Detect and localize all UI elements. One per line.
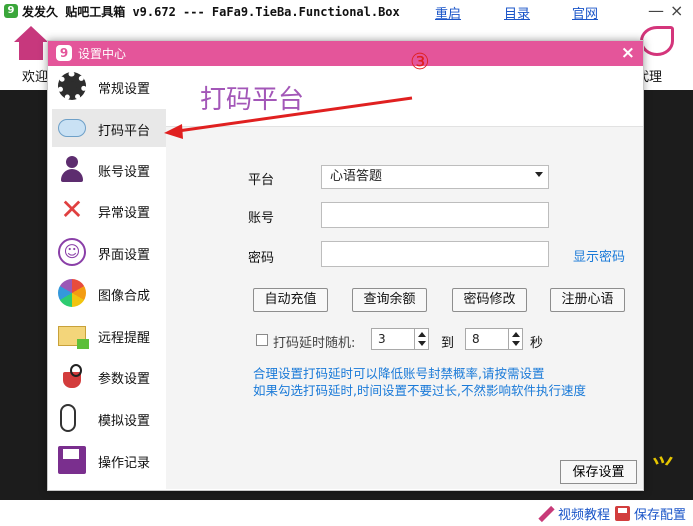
- annotation-arrow: [164, 96, 413, 139]
